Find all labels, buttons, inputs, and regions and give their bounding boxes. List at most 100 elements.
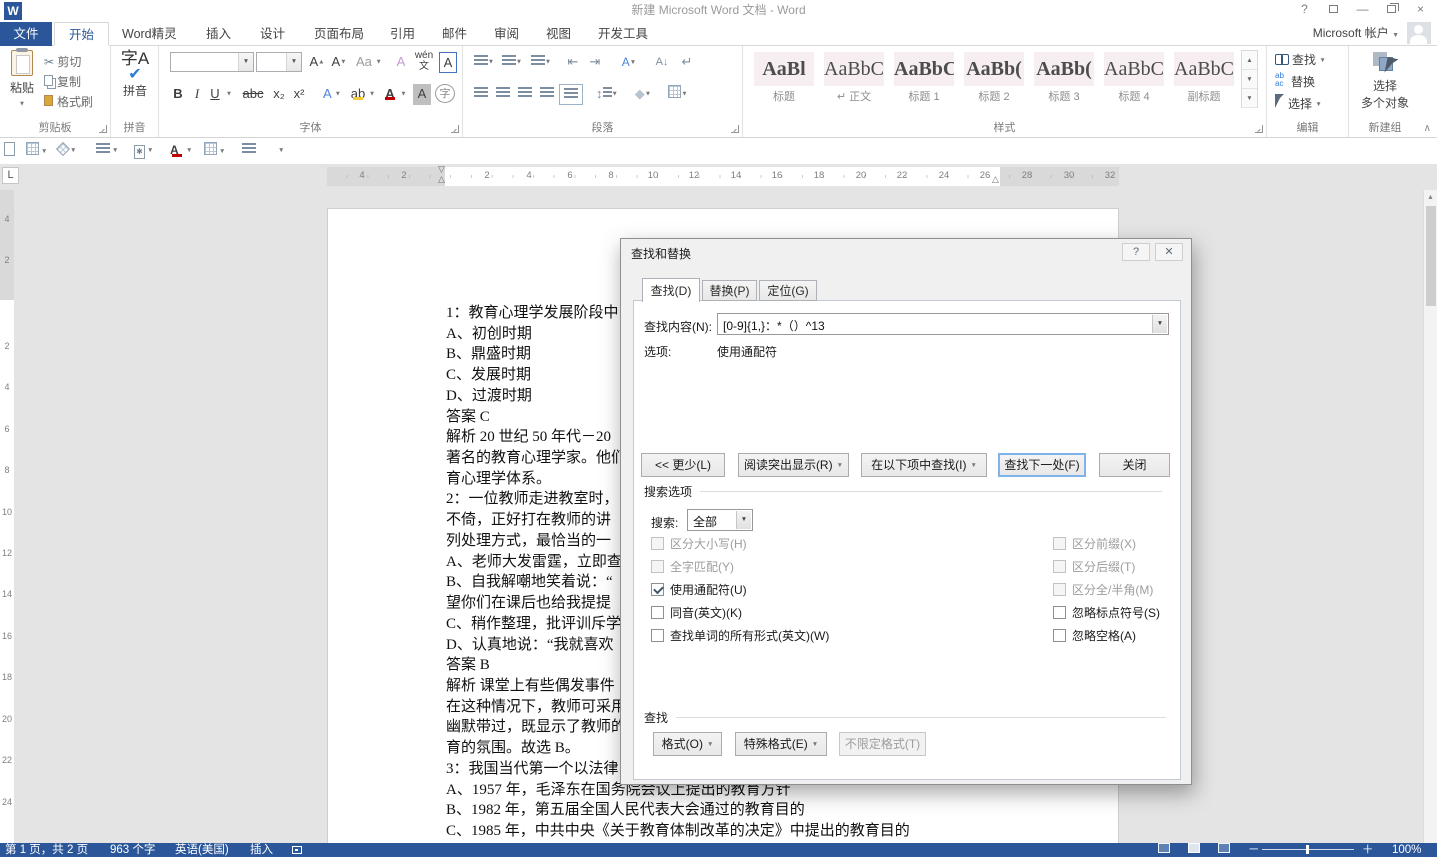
dialog-title-bar[interactable]: 查找和替换 ? ✕	[621, 239, 1191, 266]
select-multiple-objects-button[interactable]: 选择多个对象	[1357, 52, 1413, 111]
zoom-level[interactable]: 100%	[1392, 843, 1421, 857]
bullets-button[interactable]: ▼	[471, 52, 497, 73]
tab-word-genie[interactable]: Word精灵	[108, 22, 191, 46]
strikethrough-button[interactable]: abc	[239, 84, 267, 105]
styles-gallery-scroll[interactable]: ▲▼▼	[1241, 50, 1258, 108]
decrease-indent-button[interactable]: ⇤	[563, 52, 583, 73]
tab-file[interactable]: 文件	[0, 22, 52, 46]
dialog-tab-find[interactable]: 查找(D)	[642, 278, 700, 302]
zoom-out-icon[interactable]: －	[1248, 843, 1260, 857]
checkbox-icon[interactable]	[651, 629, 664, 642]
shading-button[interactable]: ◆▼	[629, 84, 657, 105]
style-item-title[interactable]: AaBl标题	[751, 50, 817, 106]
tab-insert[interactable]: 插入	[192, 22, 245, 46]
addin-more-button[interactable]: ▼	[276, 142, 284, 160]
chevron-down-icon[interactable]: ▼	[286, 53, 301, 71]
vertical-scrollbar[interactable]: ▲	[1423, 190, 1437, 843]
clipboard-dialog-launcher-icon[interactable]	[99, 125, 107, 133]
web-layout-icon[interactable]	[1218, 843, 1230, 853]
style-item-normal[interactable]: AaBbC↵ 正文	[821, 50, 887, 106]
dialog-tab-replace[interactable]: 替换(P)	[702, 280, 757, 301]
grow-font-button[interactable]: A▲	[307, 52, 327, 73]
tab-home[interactable]: 开始	[54, 22, 109, 46]
view-buttons[interactable]	[1158, 843, 1248, 857]
less-button[interactable]: << 更少(L)	[641, 453, 725, 477]
shrink-font-button[interactable]: A▼	[329, 52, 349, 73]
show-marks-button[interactable]: ↵	[677, 52, 697, 73]
distribute-button[interactable]	[559, 84, 583, 105]
dialog-help-icon[interactable]: ?	[1122, 243, 1150, 261]
addin-doc-button[interactable]	[4, 142, 15, 160]
highlight-color-button[interactable]: ab ▼	[349, 84, 377, 105]
find-next-button[interactable]: 查找下一处(F)	[998, 453, 1086, 477]
text-effects-button[interactable]: A ▼	[319, 84, 345, 105]
styles-dialog-launcher-icon[interactable]	[1255, 125, 1263, 133]
character-border-button[interactable]: A	[439, 52, 457, 73]
checkbox-icon[interactable]	[1053, 629, 1066, 642]
find-replace-dialog[interactable]: 查找和替换 ? ✕ 查找(D) 替换(P) 定位(G) 查找内容(N): [0-…	[620, 238, 1192, 785]
zoom-in-icon[interactable]: ＋	[1362, 843, 1374, 857]
line-spacing-button[interactable]: ↕▼	[593, 84, 621, 105]
find-button[interactable]: 查找 ▼	[1275, 50, 1326, 70]
gallery-more-icon[interactable]: ▼	[1242, 89, 1257, 108]
underline-button[interactable]: U	[208, 84, 222, 105]
addin-table-button[interactable]: ▼	[26, 142, 47, 160]
bold-button[interactable]: B	[170, 84, 186, 105]
font-color-button[interactable]: A ▼	[381, 84, 409, 105]
style-item-subtitle[interactable]: AaBbC副标题	[1171, 50, 1237, 106]
word-count[interactable]: 963 个字	[110, 843, 155, 857]
chevron-down-icon[interactable]: ▼	[1152, 315, 1167, 333]
underline-menu-icon[interactable]: ▼	[223, 84, 235, 105]
borders-button[interactable]: ▼	[663, 84, 693, 105]
style-item-heading1[interactable]: AaBbC标题 1	[891, 50, 957, 106]
character-shading-button[interactable]: A	[413, 84, 431, 105]
superscript-button[interactable]: x²	[289, 84, 309, 105]
multilevel-list-button[interactable]: ▼	[527, 52, 555, 73]
tab-mailings[interactable]: 邮件	[428, 22, 481, 46]
find-what-combo[interactable]: [0-9]{1,}：*（）^13 ▼	[717, 313, 1169, 335]
find-what-value[interactable]: [0-9]{1,}：*（）^13	[723, 317, 1150, 334]
pinyin-button[interactable]: 字A ✔ 拼音	[117, 50, 153, 99]
minimize-icon[interactable]: —	[1348, 0, 1377, 20]
clear-formatting-icon[interactable]: A	[391, 52, 411, 73]
print-layout-icon[interactable]	[1188, 843, 1200, 853]
addin-font-color-button[interactable]: A▼	[170, 142, 192, 160]
tab-page-layout[interactable]: 页面布局	[300, 22, 378, 46]
increase-indent-button[interactable]: ⇥	[585, 52, 605, 73]
replace-button[interactable]: abac替换	[1275, 72, 1315, 92]
dialog-tab-goto[interactable]: 定位(G)	[759, 280, 817, 301]
special-button[interactable]: 特殊格式(E)▼	[735, 732, 827, 756]
ribbon-display-options-icon[interactable]	[1319, 0, 1348, 20]
style-item-heading2[interactable]: AaBb(标题 2	[961, 50, 1027, 106]
checkbox-icon[interactable]	[651, 606, 664, 619]
format-button[interactable]: 格式(O)▼	[653, 732, 722, 756]
vertical-ruler[interactable]: 4 2 2 4 6 8 10 12 14 16 18 20 22 24	[0, 190, 14, 843]
checkbox-checked-icon[interactable]	[651, 583, 664, 596]
tab-developer[interactable]: 开发工具	[584, 22, 662, 46]
scrollbar-thumb[interactable]	[1426, 206, 1436, 306]
tab-design[interactable]: 设计	[246, 22, 299, 46]
hanging-indent-marker[interactable]: △	[438, 175, 445, 184]
addin-frame-button[interactable]: ✱▼	[134, 142, 153, 160]
chevron-down-icon[interactable]: ▼	[736, 511, 751, 529]
avatar[interactable]	[1407, 22, 1431, 44]
paste-button[interactable]: 粘贴▼	[4, 50, 40, 110]
collapse-ribbon-icon[interactable]: ∧	[1424, 123, 1431, 134]
font-dialog-launcher-icon[interactable]	[451, 125, 459, 133]
cut-button[interactable]: ✂ 剪切	[44, 52, 81, 72]
paragraph-dialog-launcher-icon[interactable]	[731, 125, 739, 133]
help-icon[interactable]: ?	[1290, 0, 1319, 20]
reading-highlight-button[interactable]: 阅读突出显示(R)▼	[738, 453, 849, 477]
macro-record-icon[interactable]	[292, 843, 302, 857]
addin-shapes-button[interactable]: ▼	[58, 142, 76, 160]
zoom-slider-thumb[interactable]	[1306, 845, 1309, 854]
checkbox-icon[interactable]	[1053, 606, 1066, 619]
close-button[interactable]: 关闭	[1099, 453, 1170, 477]
insert-mode-indicator[interactable]: 插入	[250, 843, 273, 857]
first-line-indent-marker[interactable]: ▽	[438, 165, 445, 174]
page-indicator[interactable]: 第 1 页，共 2 页	[5, 843, 88, 857]
select-button[interactable]: 选择 ▼	[1275, 94, 1322, 114]
sort-button[interactable]: A↓	[651, 52, 673, 73]
justify-button[interactable]	[537, 84, 557, 105]
enclose-characters-button[interactable]: 字	[435, 84, 455, 103]
